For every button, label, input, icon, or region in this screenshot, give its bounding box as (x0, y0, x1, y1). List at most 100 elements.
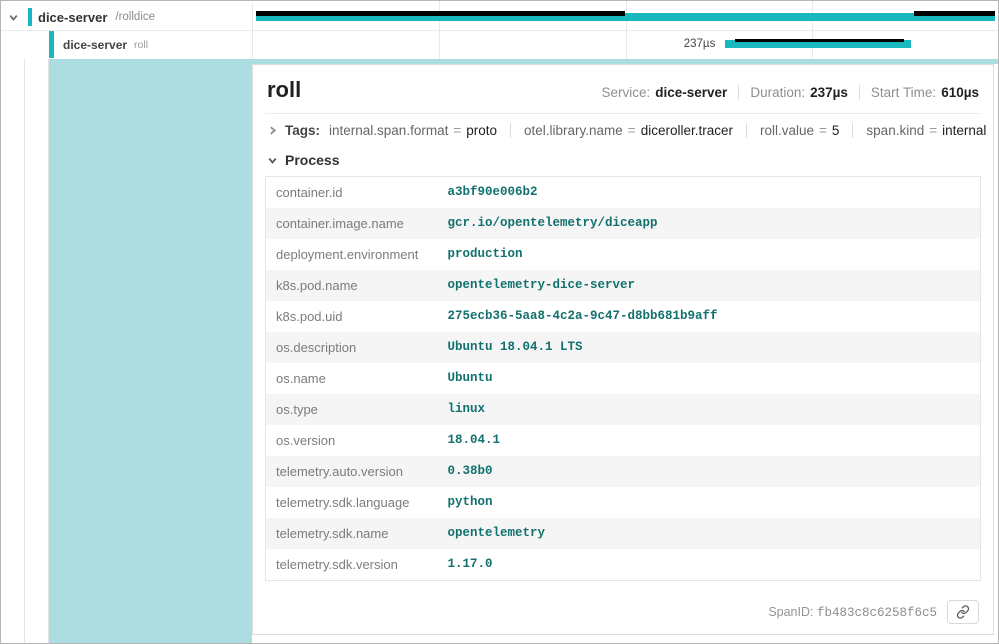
process-table-row: container.image.name gcr.io/opentelemetr… (266, 208, 981, 239)
span-row-roll-selected[interactable]: dice-server roll 237µs (1, 31, 998, 58)
copy-link-button[interactable] (947, 600, 979, 624)
process-value: gcr.io/opentelemetry/diceapp (438, 208, 981, 239)
span-title: roll (267, 77, 301, 103)
process-key: container.image.name (266, 208, 438, 239)
link-icon (956, 605, 970, 619)
tag-item: roll.value = 5 (746, 123, 839, 138)
selected-span-highlight (49, 59, 252, 643)
span-name-cell[interactable]: dice-server roll (1, 31, 253, 58)
process-key: container.id (266, 177, 438, 209)
tag-key: span.kind (866, 123, 924, 138)
tree-gutter-1 (1, 59, 25, 643)
span-operation-name: /rolldice (115, 11, 155, 23)
process-key: os.type (266, 394, 438, 425)
process-table-row: k8s.pod.name opentelemetry-dice-server (266, 270, 981, 301)
tree-gutter-2 (25, 59, 49, 643)
span-row-rolldice[interactable]: dice-server /rolldice (1, 4, 998, 31)
span-detail-right: roll Service: dice-server Duration: 237µ… (252, 59, 998, 643)
process-value: production (438, 239, 981, 270)
process-table-row: os.name Ubuntu (266, 363, 981, 394)
process-table: container.id a3bf90e006b2 container.imag… (265, 176, 981, 581)
tags-list: internal.span.format = proto otel.librar… (329, 123, 986, 138)
service-value: dice-server (655, 85, 727, 100)
process-key: k8s.pod.uid (266, 301, 438, 332)
span-self-time-overlay (735, 39, 905, 42)
span-duration-label: 237µs (684, 38, 716, 50)
process-key: deployment.environment (266, 239, 438, 270)
process-table-row: container.id a3bf90e006b2 (266, 177, 981, 209)
tag-equals: = (819, 123, 827, 138)
process-value: opentelemetry (438, 518, 981, 549)
process-key: os.version (266, 425, 438, 456)
chevron-down-icon (8, 12, 19, 23)
tags-section-toggle[interactable]: Tags: internal.span.format = proto otel.… (265, 114, 981, 147)
service-label: Service: (601, 85, 650, 100)
process-value: Ubuntu 18.04.1 LTS (438, 332, 981, 363)
span-name-cell[interactable]: dice-server /rolldice (1, 4, 253, 30)
process-value: 0.38b0 (438, 456, 981, 487)
process-value: python (438, 487, 981, 518)
tag-value: diceroller.tracer (641, 123, 733, 138)
tag-equals: = (453, 123, 461, 138)
tag-key: internal.span.format (329, 123, 448, 138)
process-label: Process (285, 152, 339, 168)
tag-value: proto (466, 123, 497, 138)
span-operation-name: roll (134, 39, 148, 51)
tag-item: internal.span.format = proto (329, 123, 497, 138)
process-key: os.name (266, 363, 438, 394)
meta-divider (859, 85, 860, 100)
process-table-row: telemetry.auto.version 0.38b0 (266, 456, 981, 487)
service-color-chip (49, 31, 54, 58)
span-bar-lane: 237µs (253, 31, 998, 58)
tag-item: span.kind = internal (852, 123, 986, 138)
span-detail-card: roll Service: dice-server Duration: 237µ… (252, 64, 994, 635)
span-detail-meta: Service: dice-server Duration: 237µs Sta… (601, 85, 979, 100)
start-time-value: 610µs (941, 85, 979, 100)
process-value: Ubuntu (438, 363, 981, 394)
process-value: linux (438, 394, 981, 425)
process-table-row: os.description Ubuntu 18.04.1 LTS (266, 332, 981, 363)
span-detail-area: roll Service: dice-server Duration: 237µ… (1, 59, 998, 643)
span-timeline: dice-server /rolldice dice-server roll 2… (1, 1, 998, 59)
process-key: telemetry.sdk.version (266, 549, 438, 581)
tag-equals: = (628, 123, 636, 138)
process-table-row: telemetry.sdk.language python (266, 487, 981, 518)
process-key: telemetry.auto.version (266, 456, 438, 487)
span-service-name: dice-server (63, 38, 127, 52)
process-key: k8s.pod.name (266, 270, 438, 301)
process-value: a3bf90e006b2 (438, 177, 981, 209)
span-bar[interactable] (256, 13, 995, 21)
tag-key: otel.library.name (524, 123, 623, 138)
tag-equals: = (929, 123, 937, 138)
tag-item: otel.library.name = diceroller.tracer (510, 123, 733, 138)
process-section-toggle[interactable]: Process (265, 147, 981, 176)
span-service-name: dice-server (38, 10, 107, 25)
process-key: telemetry.sdk.name (266, 518, 438, 549)
chevron-down-icon (267, 155, 278, 166)
duration-label: Duration: (750, 85, 805, 100)
span-id-label: SpanID: (768, 605, 813, 619)
duration-value: 237µs (810, 85, 848, 100)
span-id-value: fb483c8c6258f6c5 (817, 606, 937, 620)
child-span-overlay-left (256, 11, 626, 16)
collapse-children-button[interactable] (8, 12, 19, 23)
child-span-overlay-right (914, 11, 995, 16)
span-bar[interactable] (725, 40, 911, 48)
tag-key: roll.value (760, 123, 814, 138)
process-table-row: deployment.environment production (266, 239, 981, 270)
tag-value: internal (942, 123, 986, 138)
span-bar-lane (253, 4, 998, 30)
span-detail-footer: SpanID: fb483c8c6258f6c5 (265, 592, 981, 634)
process-value: 1.17.0 (438, 549, 981, 581)
meta-divider (738, 85, 739, 100)
span-detail-card-wrap: roll Service: dice-server Duration: 237µ… (252, 64, 998, 643)
process-value: 18.04.1 (438, 425, 981, 456)
start-time-label: Start Time: (871, 85, 936, 100)
chevron-right-icon (267, 125, 278, 136)
process-table-row: os.version 18.04.1 (266, 425, 981, 456)
span-detail-header: roll Service: dice-server Duration: 237µ… (265, 65, 981, 114)
process-table-row: os.type linux (266, 394, 981, 425)
process-table-row: telemetry.sdk.name opentelemetry (266, 518, 981, 549)
tag-value: 5 (832, 123, 840, 138)
service-color-chip (28, 8, 32, 26)
